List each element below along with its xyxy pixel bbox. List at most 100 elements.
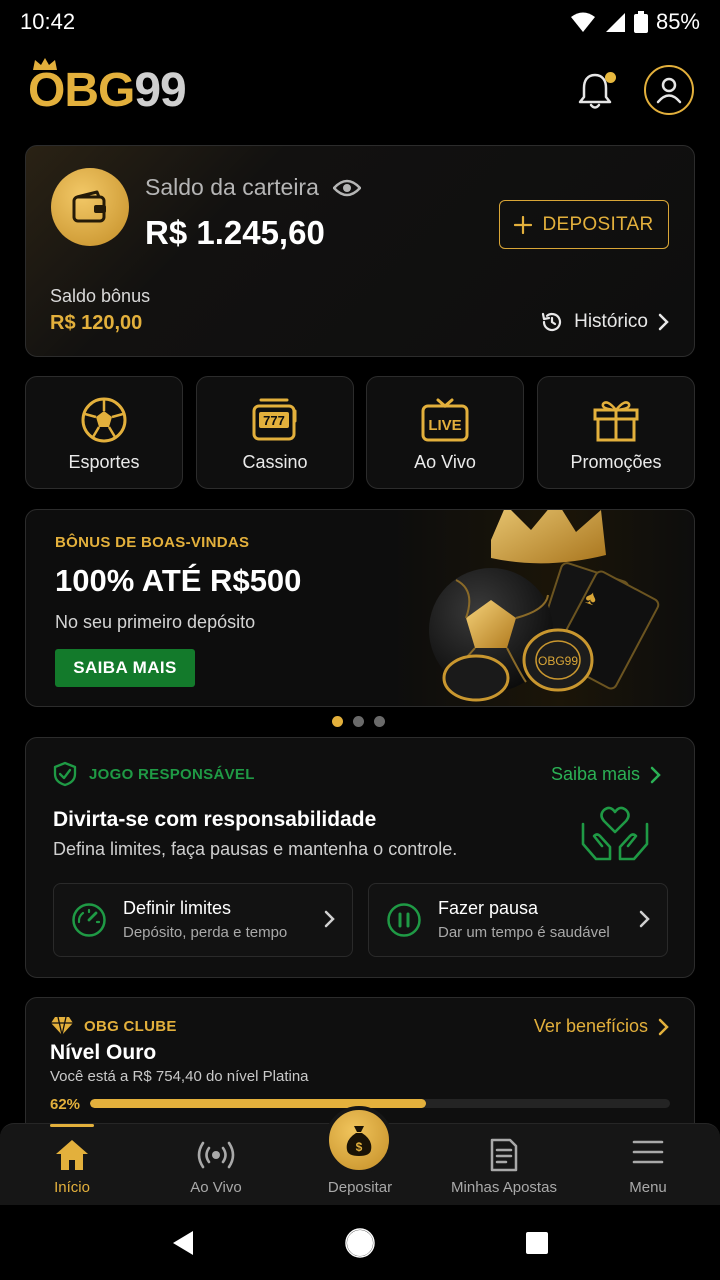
chevron-right-icon <box>324 910 335 928</box>
carousel-dot[interactable] <box>332 716 343 727</box>
category-label: Esportes <box>68 452 140 472</box>
money-bag-icon: $ <box>346 1126 372 1156</box>
crown-icon <box>33 57 57 70</box>
deposit-button[interactable]: DEPOSITAR <box>499 200 669 249</box>
logo-text-obg: OBG <box>28 63 135 117</box>
category-label: Ao Vivo <box>414 452 476 472</box>
nav-label: Menu <box>629 1179 667 1196</box>
gift-icon <box>593 401 639 442</box>
nav-ao-vivo[interactable]: Ao Vivo <box>144 1124 288 1206</box>
category-cassino[interactable]: 777 Cassino <box>196 376 354 489</box>
carousel-indicator <box>332 716 385 727</box>
responsible-gaming-card: JOGO RESPONSÁVEL Saiba mais Divirta-se c… <box>25 737 695 978</box>
set-limits-option[interactable]: Definir limites Depósito, perda e tempo <box>53 883 353 957</box>
gauge-icon <box>72 903 106 937</box>
live-tv-icon: LIVE <box>421 398 469 442</box>
signal-icon <box>605 13 625 32</box>
nav-label: Ao Vivo <box>190 1179 242 1196</box>
category-label: Promoções <box>570 452 662 472</box>
heart-hands-icon <box>581 806 649 861</box>
back-icon[interactable] <box>171 1230 195 1256</box>
notifications-button[interactable] <box>576 68 616 112</box>
recents-icon[interactable] <box>525 1231 549 1255</box>
receipt-icon <box>490 1138 518 1172</box>
nav-inicio[interactable]: Início <box>0 1124 144 1206</box>
crown-icon <box>491 510 606 564</box>
take-break-option[interactable]: Fazer pausa Dar um tempo é saudável <box>368 883 668 957</box>
bonus-balance-label: Saldo bônus <box>50 286 151 306</box>
live-badge-text: LIVE <box>428 417 461 434</box>
pause-icon <box>387 903 421 937</box>
home-circle-icon[interactable] <box>345 1227 375 1258</box>
history-link-label: Histórico <box>574 311 648 332</box>
club-kicker: OBG CLUBE <box>50 1016 177 1036</box>
battery-icon <box>633 11 648 33</box>
profile-button[interactable] <box>644 65 694 115</box>
svg-text:$: $ <box>356 1140 363 1154</box>
chevron-right-icon <box>639 910 650 928</box>
promo-title: 100% ATÉ R$500 <box>55 563 302 598</box>
chevron-right-icon <box>658 313 669 331</box>
promo-illustration: ♠ OBG99 <box>429 510 660 702</box>
club-description: Você está a R$ 754,40 do nível Platina <box>50 1068 309 1085</box>
nav-label: Depositar <box>327 1179 393 1196</box>
wallet-balance-label-text: Saldo da carteira <box>145 174 319 200</box>
responsible-learn-more-link[interactable]: Saiba mais <box>551 764 662 785</box>
slot-machine-icon: 777 <box>252 398 297 441</box>
chevron-right-icon <box>650 766 661 783</box>
wallet-balance-label: Saldo da carteira <box>145 174 361 201</box>
chevron-right-icon <box>658 1018 669 1035</box>
plus-icon <box>514 215 533 234</box>
take-break-title: Fazer pausa <box>438 898 539 918</box>
user-icon <box>656 77 682 104</box>
wifi-icon <box>570 12 595 32</box>
status-bar: 10:42 85% <box>0 0 720 44</box>
app-header: OBG 99 <box>0 50 720 130</box>
set-limits-subtitle: Depósito, perda e tempo <box>123 924 288 941</box>
shield-check-icon <box>53 761 77 787</box>
deposit-button-label: DEPOSITAR <box>542 213 654 235</box>
eye-icon[interactable] <box>332 178 361 198</box>
responsible-learn-more-label: Saiba mais <box>550 764 640 784</box>
club-kicker-text: OBG CLUBE <box>84 1017 177 1035</box>
nav-label: Início <box>54 1179 90 1196</box>
battery-level: 85% <box>655 9 700 34</box>
club-level: Nível Ouro <box>50 1041 157 1064</box>
take-break-subtitle: Dar um tempo é saudável <box>438 924 610 941</box>
hamburger-menu-icon <box>632 1140 664 1164</box>
bottom-navigation: Início Ao Vivo Depositar Minhas Apostas … <box>0 1106 720 1206</box>
promo-chip-text: OBG99 <box>538 654 578 668</box>
diamond-icon <box>51 1016 73 1036</box>
nav-label: Minhas Apostas <box>451 1179 557 1196</box>
logo-text-99: 99 <box>134 63 186 117</box>
category-ao-vivo[interactable]: LIVE Ao Vivo <box>366 376 524 489</box>
bonus-balance-value: R$ 120,00 <box>50 312 143 334</box>
promo-banner[interactable]: BÔNUS DE BOAS-VINDAS 100% ATÉ R$500 No s… <box>25 509 695 707</box>
category-esportes[interactable]: Esportes <box>25 376 183 489</box>
status-time: 10:42 <box>20 9 76 34</box>
carousel-dot[interactable] <box>353 716 364 727</box>
notification-badge <box>605 72 616 83</box>
club-benefits-link[interactable]: Ver benefícios <box>534 1016 670 1037</box>
wallet-balance-amount: R$ 1.245,60 <box>145 214 325 251</box>
history-link[interactable]: Histórico <box>540 310 670 334</box>
carousel-dot[interactable] <box>374 716 385 727</box>
responsible-kicker: JOGO RESPONSÁVEL <box>53 761 255 787</box>
broadcast-icon <box>197 1141 235 1169</box>
status-icons: 85% <box>570 9 700 35</box>
brand-logo[interactable]: OBG 99 <box>28 57 187 118</box>
category-promocoes[interactable]: Promoções <box>537 376 695 489</box>
club-benefits-label: Ver benefícios <box>533 1016 648 1036</box>
nav-minhas-apostas[interactable]: Minhas Apostas <box>432 1124 576 1206</box>
category-label: Cassino <box>242 452 308 472</box>
promo-kicker: BÔNUS DE BOAS-VINDAS <box>55 534 250 551</box>
promo-learn-more-button[interactable]: SAIBA MAIS <box>55 649 195 687</box>
set-limits-title: Definir limites <box>123 898 232 918</box>
nav-menu[interactable]: Menu <box>576 1124 720 1206</box>
promo-subtitle: No seu primeiro depósito <box>55 612 256 632</box>
responsible-title: Divirta-se com responsabilidade <box>53 808 377 831</box>
club-progress-label: 62% <box>50 1096 81 1113</box>
svg-text:777: 777 <box>263 413 285 428</box>
wallet-icon <box>51 168 129 246</box>
deposit-fab[interactable]: $ <box>325 1106 393 1174</box>
